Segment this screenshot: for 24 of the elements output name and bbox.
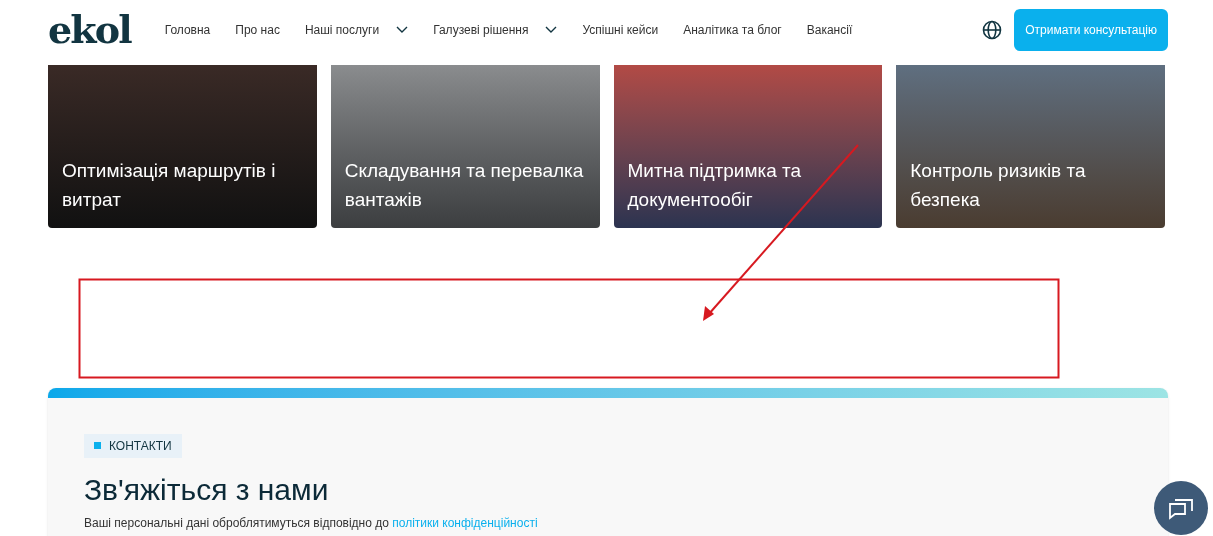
chevron-down-icon[interactable] (396, 26, 409, 34)
card-title: Контроль ризиків та безпека (910, 159, 1087, 212)
card-title: Складування та перевалка вантажів (344, 159, 585, 212)
chevron-down-icon[interactable] (545, 26, 558, 34)
service-card[interactable]: Митна підтримка та документообіг (613, 65, 883, 228)
nav-link[interactable]: Вакансії (806, 21, 853, 39)
chat-button[interactable] (1154, 481, 1208, 535)
square-icon (94, 442, 101, 449)
nav-link[interactable]: Галузеві рішення (433, 21, 529, 39)
globe-icon[interactable] (982, 20, 1003, 40)
service-card[interactable]: Складування та перевалка вантажів (330, 65, 600, 228)
chat-icon (1168, 496, 1194, 520)
service-card[interactable]: Оптимізація маршрутів і витрат (48, 65, 317, 228)
tag-label: КОНТАКТИ (109, 437, 172, 455)
nav-link[interactable]: Наші послуги (304, 21, 380, 39)
nav-link[interactable]: Головна (164, 21, 211, 39)
card-title: Оптимізація маршрутів і витрат (62, 159, 277, 212)
section-heading: Зв'яжіться з нами (84, 471, 330, 508)
card-title: Митна підтримка та документообіг (627, 159, 803, 212)
nav-link[interactable]: Про нас (235, 21, 280, 39)
nav-link[interactable]: Аналітика та блог (683, 21, 782, 39)
logo[interactable]: ekol (48, 11, 131, 49)
nav-link[interactable]: Успішні кейси (582, 21, 659, 39)
service-card[interactable]: Контроль ризиків та безпека (896, 65, 1165, 228)
